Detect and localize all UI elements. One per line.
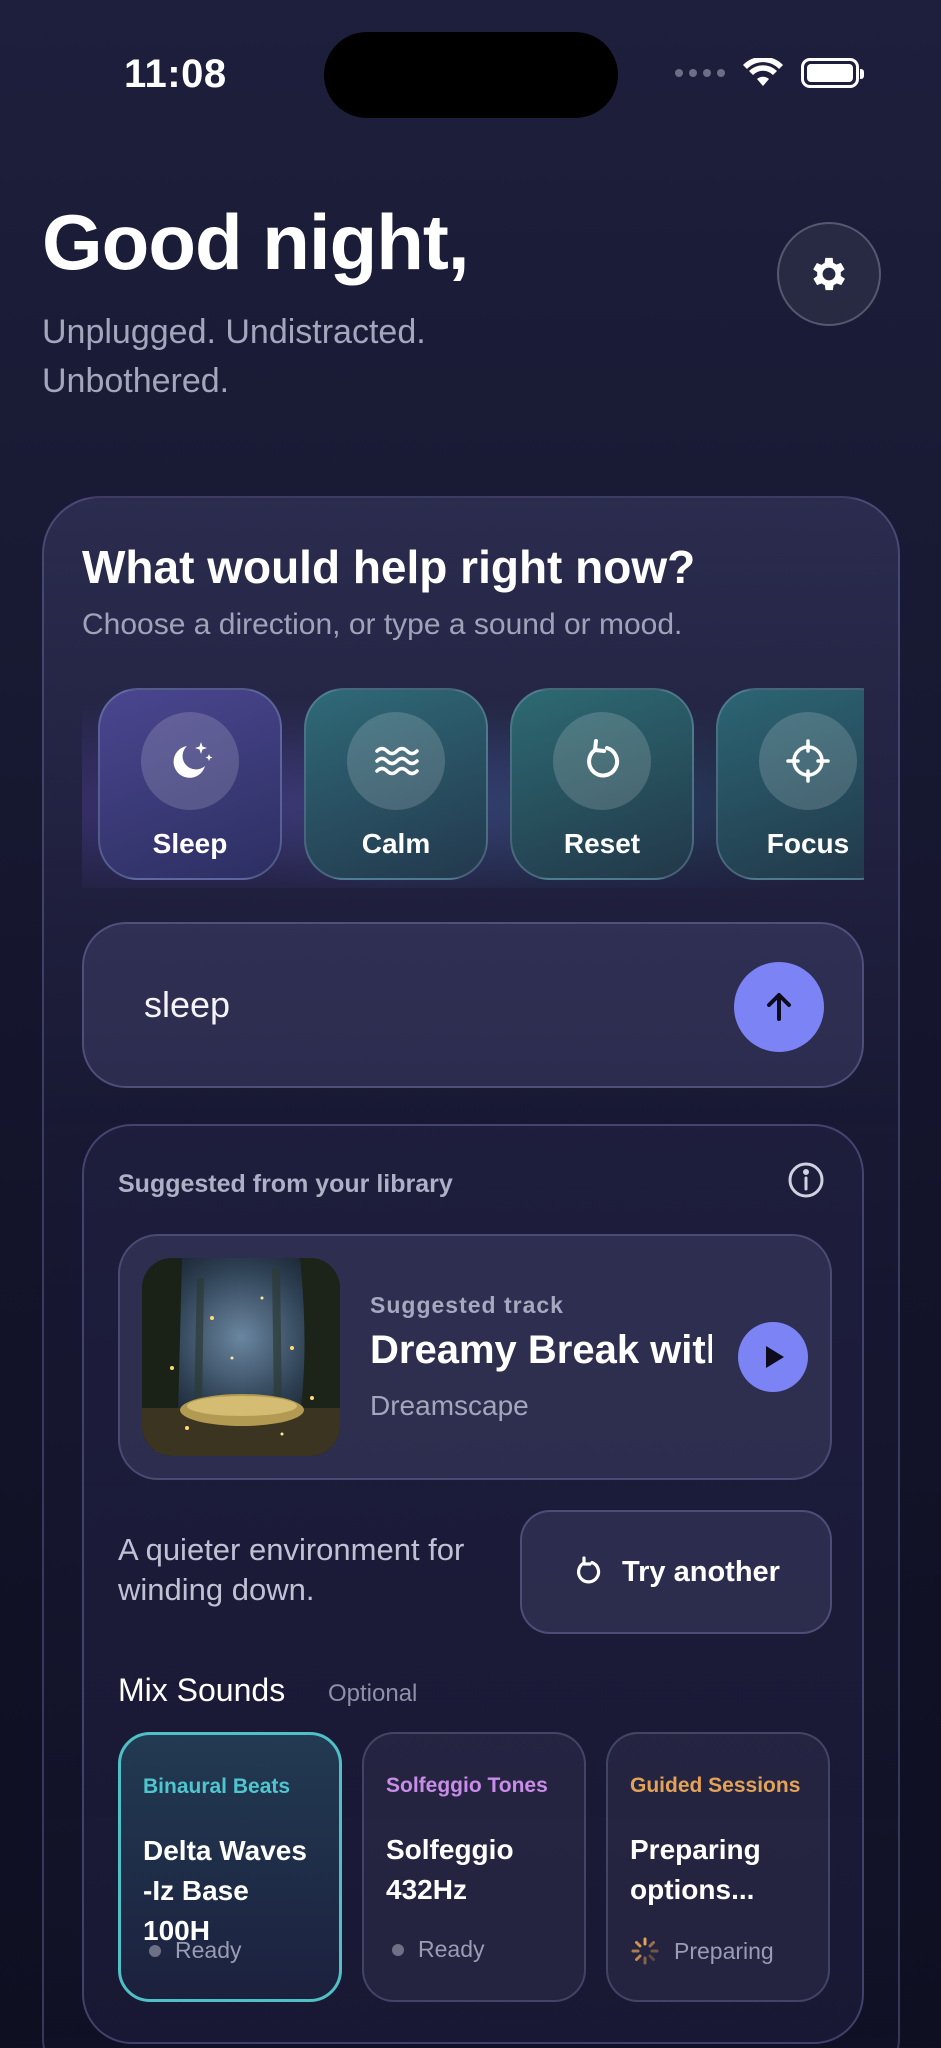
gear-icon bbox=[813, 257, 845, 291]
mood-focus-button[interactable]: Focus bbox=[716, 688, 864, 880]
wifi-icon bbox=[743, 58, 783, 86]
mix-card-name: Solfeggio 432Hz bbox=[386, 1834, 514, 1905]
greeting-subtitle: Unplugged. Undistracted. Unbothered. bbox=[42, 312, 426, 400]
mix-card-status: Ready bbox=[386, 1936, 484, 1963]
search-input[interactable]: sleep bbox=[82, 922, 864, 1088]
header: Good night, Unplugged. Undistracted. Unb… bbox=[42, 198, 802, 406]
try-another-button[interactable]: Try another bbox=[520, 1510, 832, 1634]
crosshair-icon bbox=[786, 739, 830, 783]
suggestion-card: Suggested from your library Suggested tr… bbox=[82, 1124, 864, 2044]
moon-stars-icon bbox=[173, 742, 213, 778]
mood-label: Calm bbox=[361, 828, 431, 859]
track-title: Dreamy Break with bbox=[370, 1328, 712, 1372]
greeting-title: Good night, bbox=[42, 198, 470, 286]
mood-label: Reset bbox=[563, 828, 641, 859]
suggestion-description: A quieter environment for winding down. bbox=[118, 1532, 465, 1607]
suggestion-title: Suggested from your library bbox=[118, 1170, 453, 1198]
mix-card-status: Ready bbox=[143, 1937, 241, 1964]
play-button[interactable] bbox=[738, 1322, 808, 1392]
mood-reset-button[interactable]: Reset bbox=[510, 688, 694, 880]
track-kicker: Suggested track bbox=[370, 1292, 564, 1318]
spinner-icon bbox=[631, 1937, 659, 1965]
status-time: 11:08 bbox=[124, 52, 227, 96]
mix-card-name: Preparing options... bbox=[630, 1834, 761, 1905]
mix-card-status: Preparing bbox=[630, 1936, 774, 1966]
mood-label: Focus bbox=[766, 828, 850, 859]
mix-card-binaural[interactable]: Binaural Beats Delta Waves -Iz Base 100H… bbox=[118, 1732, 342, 2002]
mix-card-solfeggio[interactable]: Solfeggio Tones Solfeggio 432Hz Ready bbox=[362, 1732, 586, 2002]
prompt-card: What would help right now? Choose a dire… bbox=[42, 496, 900, 2048]
try-another-label: Try another bbox=[622, 1555, 780, 1588]
mood-label: Sleep bbox=[152, 828, 228, 859]
mix-card-name: Delta Waves -Iz Base 100H bbox=[143, 1835, 307, 1946]
info-icon[interactable] bbox=[786, 1160, 826, 1200]
mix-card-category: Guided Sessions bbox=[630, 1774, 801, 1797]
play-icon bbox=[766, 1346, 784, 1368]
mix-optional-label: Optional bbox=[328, 1680, 418, 1707]
prompt-title: What would help right now? bbox=[82, 541, 696, 593]
signal-dots-icon bbox=[675, 69, 725, 77]
mood-carousel[interactable]: Sleep Calm Reset Focus bbox=[82, 680, 864, 888]
send-button[interactable] bbox=[734, 962, 824, 1052]
refresh-icon bbox=[577, 1556, 601, 1584]
track-artist: Dreamscape bbox=[370, 1390, 529, 1421]
waves-icon bbox=[375, 746, 419, 776]
dynamic-island bbox=[324, 32, 618, 118]
suggested-track-card[interactable]: Suggested track Dreamy Break with Dreams… bbox=[118, 1234, 832, 1480]
mix-card-category: Binaural Beats bbox=[143, 1775, 291, 1798]
rotate-icon bbox=[587, 739, 620, 778]
track-artwork bbox=[142, 1258, 340, 1456]
status-dot-icon bbox=[392, 1943, 404, 1956]
status-bar: 11:08 bbox=[0, 0, 941, 140]
search-input-value[interactable]: sleep bbox=[144, 984, 230, 1026]
prompt-subtitle: Choose a direction, or type a sound or m… bbox=[82, 608, 683, 641]
status-dot-icon bbox=[149, 1944, 161, 1957]
mix-card-category: Solfeggio Tones bbox=[386, 1774, 548, 1797]
battery-icon bbox=[801, 58, 864, 88]
arrow-up-icon bbox=[767, 993, 791, 1021]
settings-button[interactable] bbox=[777, 222, 881, 326]
mood-sleep-button[interactable]: Sleep bbox=[98, 688, 282, 880]
mix-card-guided[interactable]: Guided Sessions Preparing options... Pre… bbox=[606, 1732, 830, 2002]
mood-calm-button[interactable]: Calm bbox=[304, 688, 488, 880]
mix-sounds-title: Mix Sounds bbox=[118, 1672, 286, 1708]
status-icons bbox=[675, 58, 864, 88]
